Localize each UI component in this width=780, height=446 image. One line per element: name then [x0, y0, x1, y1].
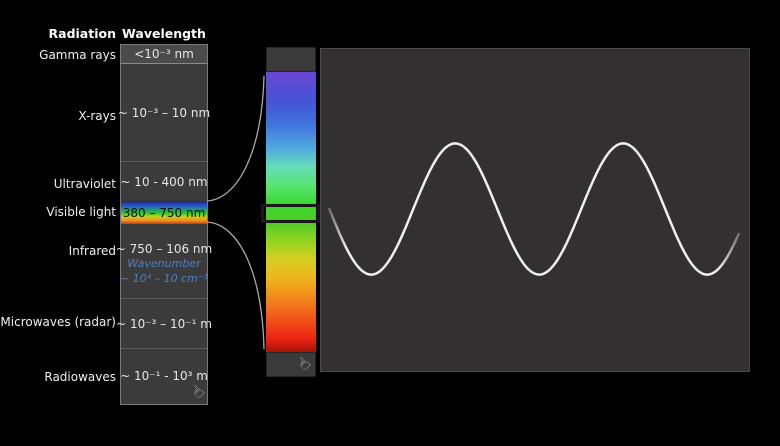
connector-top-curve [207, 76, 264, 201]
row-x-rays[interactable]: ~ 10⁻³ – 10 nm [121, 64, 207, 162]
wavelength-selection-rect[interactable] [261, 204, 320, 223]
uv-wavelength-value: ~ 10 - 400 nm [120, 175, 207, 189]
spectrum-bar-top-cap [266, 47, 316, 72]
infrared-wavelength-value: ~ 750 – 106 nm [116, 242, 212, 256]
connector-bottom-curve [207, 222, 264, 349]
label-visible-light: Visible light [46, 205, 116, 219]
row-ultraviolet[interactable]: ~ 10 - 400 nm [121, 162, 207, 201]
row-microwaves[interactable]: ~ 10⁻³ – 10⁻¹ m [121, 299, 207, 349]
radiowave-wavelength-value: ~ 10⁻¹ - 10³ m [120, 369, 208, 383]
pointer-hand-icon[interactable]: ☜ [291, 353, 314, 376]
label-infrared: Infrared [69, 244, 116, 258]
pointer-hand-icon[interactable]: ☜ [185, 381, 208, 404]
em-spectrum-applet: Radiation Wavelength Gamma rays X-rays U… [0, 0, 780, 446]
visible-wavelength-value: 380 – 750 nm [123, 206, 206, 220]
label-microwaves: Microwaves (radar) [0, 315, 116, 329]
wave-display-panel [320, 48, 750, 372]
row-gamma-rays[interactable]: <10⁻³ nm [121, 45, 207, 64]
spectrum-bar-bottom-cap: ☜ [266, 352, 316, 377]
wavenumber-label: Wavenumber [127, 256, 200, 271]
gamma-wavelength-value: <10⁻³ nm [134, 47, 194, 61]
row-infrared[interactable]: ~ 750 – 106 nm Wavenumber ~ 10⁴ – 10 cm⁻… [121, 224, 207, 299]
label-gamma-rays: Gamma rays [39, 48, 116, 62]
wavelength-header: Wavelength [120, 26, 208, 41]
wavenumber-value: ~ 10⁴ – 10 cm⁻¹ [120, 271, 208, 286]
row-radiowaves[interactable]: ~ 10⁻¹ - 10³ m ☜ [121, 349, 207, 402]
wavelength-table[interactable]: <10⁻³ nm ~ 10⁻³ – 10 nm ~ 10 - 400 nm 38… [120, 44, 208, 405]
row-visible-light[interactable]: 380 – 750 nm [121, 201, 207, 224]
label-x-rays: X-rays [78, 109, 116, 123]
radiation-header: Radiation [30, 26, 116, 41]
microwave-wavelength-value: ~ 10⁻³ – 10⁻¹ m [116, 317, 212, 331]
sine-wave-path [329, 143, 738, 274]
label-ultraviolet: Ultraviolet [54, 177, 116, 191]
xray-wavelength-value: ~ 10⁻³ – 10 nm [118, 106, 210, 120]
label-radiowaves: Radiowaves [44, 370, 116, 384]
wave-svg [321, 49, 749, 371]
